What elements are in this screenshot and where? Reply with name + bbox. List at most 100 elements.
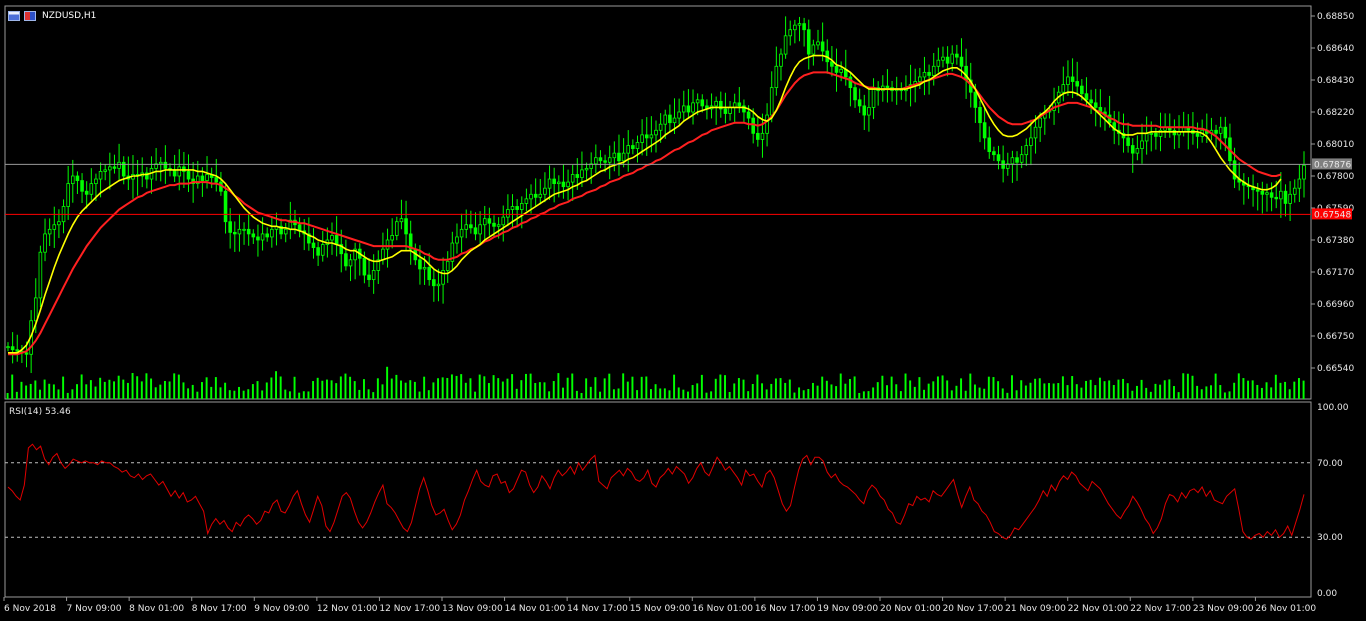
candle-body [931,65,936,76]
volume-bar [580,392,583,399]
candle [853,81,857,108]
candle [561,164,566,199]
volume-bar [807,389,810,399]
candle [742,99,746,123]
candle [246,213,251,246]
candle [668,104,672,132]
candle [598,150,603,169]
volume-bar [830,384,833,399]
volume-bar [1131,390,1134,399]
volume-bar [520,380,523,399]
candle [316,241,320,266]
volume-bar [1159,384,1162,399]
volume-bar [1270,387,1273,399]
volume-bar [733,383,736,399]
volume-bar [1057,383,1060,399]
candle-body [945,56,950,64]
candle-body [603,160,607,163]
candle-body [658,123,663,131]
volume-bar [191,384,194,399]
volume-bar [1126,383,1129,399]
chart-window-icon [8,11,20,21]
candle-body [802,23,806,31]
candle-body [510,206,515,210]
volume-bar [1163,380,1166,399]
volume-bar [816,385,819,399]
ask-label-text: 0.67548 [1314,210,1351,220]
candle [6,342,10,352]
volume-bar [904,373,907,399]
candle-body [626,145,631,154]
volume-bar [15,391,18,399]
volume-bar [886,385,888,399]
candle-body [237,228,242,235]
volume-bar [534,382,537,399]
candle-body [746,111,751,119]
candle [186,154,191,193]
candle [533,178,538,207]
time-tick-label: 12 Nov 17:00 [379,604,440,614]
volume-bar [1256,384,1259,399]
candle-body [1024,145,1029,156]
volume-bar [788,379,791,399]
candle [714,96,718,125]
candle-body [371,270,376,281]
volume-bar [122,379,125,399]
volume-bar [196,391,199,399]
volume-bar [552,381,555,399]
candle-body [737,102,742,107]
volume-bar [117,375,120,399]
volume-bar [973,384,976,399]
candle [1209,117,1214,141]
candle-body [561,181,566,188]
candle-body [955,53,959,58]
candle [1181,111,1186,137]
volume-bar [761,383,764,399]
candle-body [487,218,492,224]
volume-bar [62,376,65,399]
candle-body [1218,126,1223,134]
candle [936,47,941,73]
candle [894,76,899,105]
volume-bar [673,374,676,399]
candle [320,231,325,262]
chart-canvas[interactable]: 0.68850 0.68640 0.68430 0.68220 0.68010 0.678… [0,0,1366,621]
volume-bar [441,377,444,399]
volume-bar [1103,381,1106,399]
candle [797,16,802,42]
candle-body [584,167,589,171]
time-tick-label: 14 Nov 01:00 [505,604,566,614]
chart-window[interactable]: 0.68850 0.68640 0.68430 0.68220 0.68010 0.678… [0,0,1366,621]
volume-bar [284,389,287,399]
volume-bar [1001,388,1004,399]
candle [108,152,112,190]
candle-body [617,152,621,162]
candle-body [1214,129,1218,134]
volume-bar [238,386,240,399]
volume-bar [177,374,180,399]
candle-body [728,107,732,114]
candle [1246,177,1251,199]
candle [709,93,714,119]
candle-body [362,257,367,276]
volume-bar [71,389,74,399]
time-tick-label: 16 Nov 01:00 [692,604,753,614]
bid-label-text: 0.67876 [1314,160,1351,170]
candle-body [1144,132,1149,142]
volume-bar [1200,389,1203,399]
volume-bar [1274,374,1277,399]
candle [145,167,149,189]
volume-bar [99,377,102,399]
volume-bar [11,374,14,399]
candle-body [918,76,922,82]
candle [547,165,552,200]
volume-bar [469,378,472,399]
volume-bar [589,386,592,399]
candle [89,168,94,201]
candles [6,16,1306,374]
volume-bar [645,376,648,399]
volume-bar [603,378,606,399]
candle-body [1288,193,1292,204]
candle [432,268,436,302]
candle [677,98,681,125]
